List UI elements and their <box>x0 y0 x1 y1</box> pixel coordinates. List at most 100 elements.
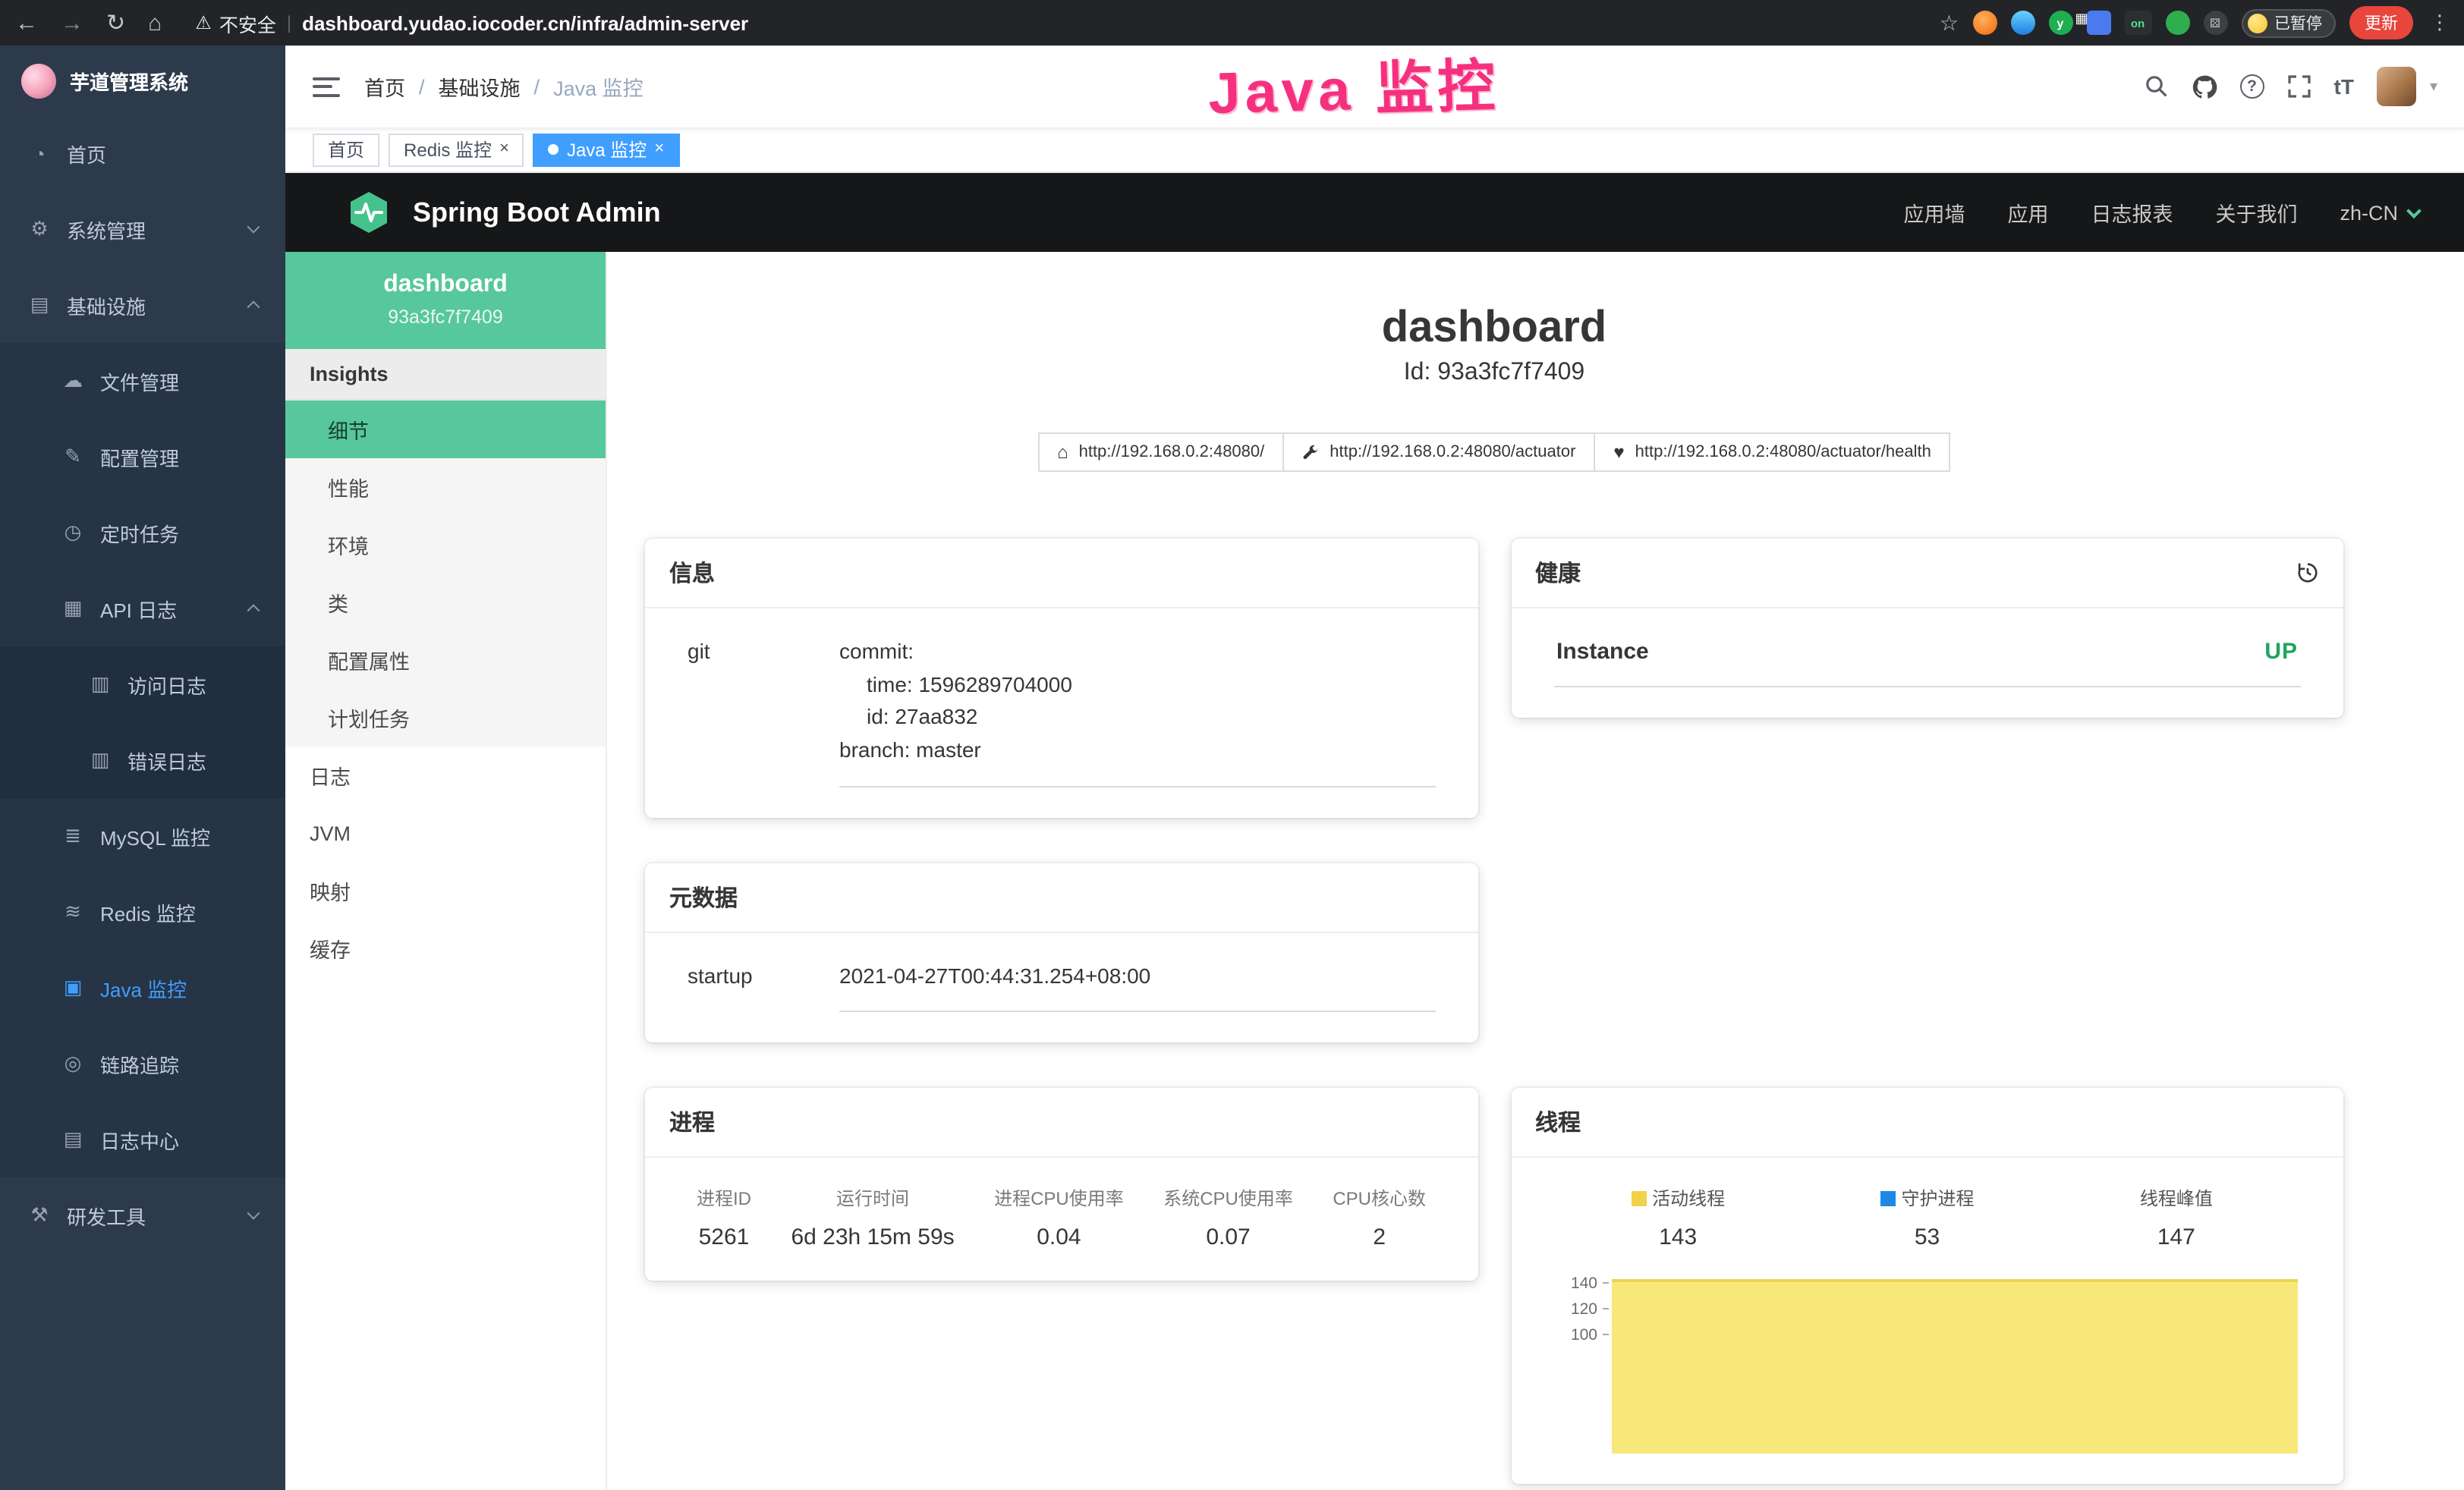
instance-menu-scheduled-tasks[interactable]: 计划任务 <box>285 689 606 747</box>
card-title: 信息 <box>669 557 715 589</box>
sba-nav-wallboard[interactable]: 应用墙 <box>1903 197 1965 228</box>
instance-menu-caches[interactable]: 缓存 <box>285 919 606 977</box>
status-badge: UP <box>2264 639 2298 665</box>
paused-label: 已暂停 <box>2274 11 2322 34</box>
health-link[interactable]: ♥ http://192.168.0.2:48080/actuator/heal… <box>1594 432 1950 472</box>
address-bar[interactable]: ⚠ 不安全 | dashboard.yudao.iocoder.cn/infra… <box>195 8 1927 37</box>
instance-sidebar: dashboard 93a3fc7f7409 Insights 细节 性能 环境… <box>285 252 607 1490</box>
sidebar-item-java-monitor[interactable]: ▣ Java 监控 <box>0 950 285 1026</box>
locale-selector[interactable]: zh-CN <box>2340 201 2419 224</box>
font-size-icon[interactable]: tT <box>2334 74 2354 99</box>
sidebar-item-error-logs[interactable]: ▥ 错误日志 <box>0 722 285 798</box>
extension-green-icon[interactable]: y <box>2048 11 2072 35</box>
sidebar-item-config-mgmt[interactable]: ✎ 配置管理 <box>0 419 285 495</box>
sidebar-item-dev-tools[interactable]: ⚒ 研发工具 <box>0 1177 285 1253</box>
sidebar-item-system-mgmt[interactable]: ⚙ 系统管理 <box>0 191 285 267</box>
legend-peak-threads: 线程峰值 147 <box>2052 1186 2301 1251</box>
instance-menu-logs[interactable]: 日志 <box>285 747 606 804</box>
extension-puzzle-icon[interactable]: ⚄ <box>2203 11 2227 35</box>
update-button[interactable]: 更新 <box>2349 6 2413 39</box>
link-url: http://192.168.0.2:48080/actuator <box>1330 443 1575 461</box>
wrench-icon <box>1302 444 1319 461</box>
actuator-link[interactable]: http://192.168.0.2:48080/actuator <box>1282 432 1595 472</box>
sidebar-item-tracing[interactable]: ◎ 链路追踪 <box>0 1026 285 1102</box>
health-instance-row[interactable]: Instance UP <box>1553 636 2301 687</box>
instance-menu-config-props[interactable]: 配置属性 <box>285 631 606 689</box>
instance-menu-classes[interactable]: 类 <box>285 574 606 631</box>
home-icon: ⌂ <box>1057 443 1068 461</box>
fullscreen-icon[interactable] <box>2287 74 2311 99</box>
search-icon[interactable] <box>2145 74 2169 99</box>
instance-menu-jvm[interactable]: JVM <box>285 804 606 862</box>
app-topbar: 首页 / 基础设施 / Java 监控 Java 监控 ? <box>285 46 2464 127</box>
breadcrumb-infrastructure[interactable]: 基础设施 <box>439 71 521 102</box>
extension-leaf-icon[interactable] <box>2165 11 2189 35</box>
extension-on-badge-icon[interactable]: on <box>2124 11 2151 35</box>
tab-redis-monitor[interactable]: Redis 监控 × <box>389 133 524 166</box>
bookmark-star-icon[interactable]: ☆ <box>1940 10 1959 36</box>
active-tab-dot <box>549 144 559 155</box>
stat-value: 0.04 <box>1037 1225 1081 1251</box>
instance-home-link[interactable]: ⌂ http://192.168.0.2:48080/ <box>1037 432 1284 472</box>
sidebar-item-home[interactable]: ◔ 首页 <box>0 115 285 191</box>
trace-icon: ◎ <box>61 1051 85 1076</box>
card-title: 进程 <box>669 1107 715 1139</box>
stat-cpu-cores: CPU核心数 2 <box>1333 1186 1426 1251</box>
stat-value: 6d 23h 15m 59s <box>791 1225 954 1251</box>
tab-java-monitor[interactable]: Java 监控 × <box>533 133 679 166</box>
close-icon[interactable]: × <box>654 141 664 158</box>
extension-drop-icon[interactable] <box>2010 11 2034 35</box>
sidebar-item-access-logs[interactable]: ▥ 访问日志 <box>0 646 285 722</box>
extension-grid-icon[interactable]: ▦ <box>2086 11 2110 35</box>
legend-daemon-threads: 守护进程 53 <box>1802 1186 2051 1251</box>
instance-menu-details[interactable]: 细节 <box>285 401 606 458</box>
breadcrumb-home[interactable]: 首页 <box>364 71 405 102</box>
hamburger-icon[interactable] <box>313 77 340 96</box>
github-icon[interactable] <box>2192 74 2217 99</box>
sidebar-item-api-logs[interactable]: ▦ API 日志 <box>0 571 285 646</box>
legend-value: 147 <box>2157 1225 2195 1251</box>
metadata-key: startup <box>688 960 839 1013</box>
extension-fox-icon[interactable] <box>1972 11 1997 35</box>
instance-menu-mappings[interactable]: 映射 <box>285 862 606 919</box>
browser-home-button[interactable]: ⌂ <box>148 11 162 34</box>
stat-value: 5261 <box>699 1225 750 1251</box>
info-line: id: 27aa832 <box>839 702 1435 734</box>
card-title: 元数据 <box>669 882 738 913</box>
chevron-up-icon <box>247 300 260 313</box>
sidebar-item-redis-monitor[interactable]: ≋ Redis 监控 <box>0 874 285 950</box>
metadata-card: 元数据 startup 2021-04-27T00:44:31.254+08:0… <box>645 863 1477 1043</box>
instance-menu-environment[interactable]: 环境 <box>285 516 606 574</box>
sidebar-item-infrastructure[interactable]: ▤ 基础设施 <box>0 267 285 343</box>
sidebar-item-log-center[interactable]: ▤ 日志中心 <box>0 1102 285 1177</box>
sba-nav-journal[interactable]: 日志报表 <box>2091 197 2173 228</box>
user-avatar[interactable] <box>2377 67 2416 106</box>
paused-badge[interactable]: 已暂停 <box>2241 8 2336 37</box>
sidebar-item-file-mgmt[interactable]: ☁ 文件管理 <box>0 343 285 419</box>
threads-chart-plot <box>1608 1272 2301 1454</box>
instance-header[interactable]: dashboard 93a3fc7f7409 <box>285 252 606 349</box>
help-icon[interactable]: ? <box>2240 74 2264 99</box>
history-icon[interactable] <box>2296 561 2319 584</box>
sba-nav-about[interactable]: 关于我们 <box>2215 197 2297 228</box>
reload-button[interactable]: ↻ <box>106 11 125 34</box>
back-button[interactable]: ← <box>15 11 38 34</box>
instance-menu-metrics[interactable]: 性能 <box>285 458 606 516</box>
close-icon[interactable]: × <box>499 141 509 158</box>
sidebar-item-scheduled-jobs[interactable]: ◷ 定时任务 <box>0 495 285 571</box>
health-card-body: Instance UP <box>1511 608 2343 718</box>
y-tick: 120 <box>1553 1298 1608 1324</box>
app-logo[interactable]: 芋道管理系统 <box>0 46 285 115</box>
sidebar-item-mysql-monitor[interactable]: ≣ MySQL 监控 <box>0 798 285 874</box>
tab-home[interactable]: 首页 <box>313 133 379 166</box>
avatar-caret-icon[interactable]: ▾ <box>2430 78 2437 95</box>
forward-button[interactable]: → <box>61 11 83 34</box>
sba-brand-title[interactable]: Spring Boot Admin <box>413 196 661 228</box>
link-url: http://192.168.0.2:48080/ <box>1079 443 1265 461</box>
smiley-icon <box>2247 13 2267 33</box>
browser-menu-icon[interactable]: ⋮ <box>2430 11 2450 35</box>
info-card: 信息 git commit: time: 1596289704000 id: 2… <box>645 539 1477 818</box>
sba-nav-applications[interactable]: 应用 <box>2007 197 2048 228</box>
sidebar-item-label: 首页 <box>67 139 106 168</box>
sba-body: dashboard 93a3fc7f7409 Insights 细节 性能 环境… <box>285 252 2464 1490</box>
